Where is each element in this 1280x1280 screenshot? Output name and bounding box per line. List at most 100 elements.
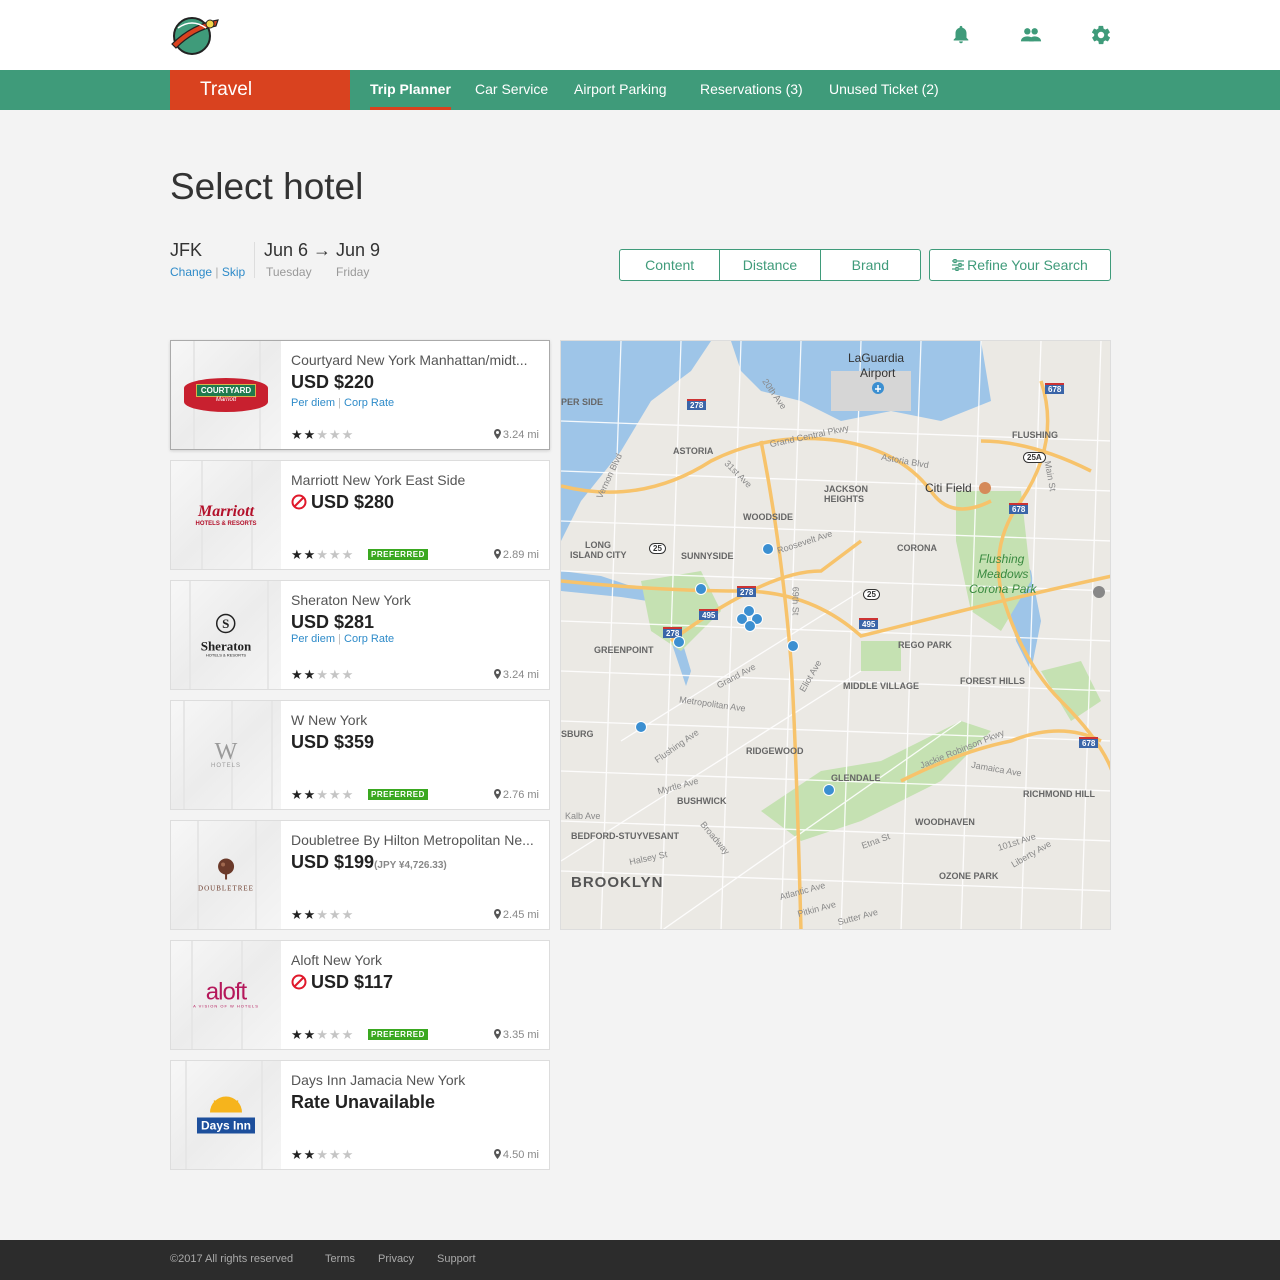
hotel-price: USD $199(JPY ¥4,726.33) [291, 852, 447, 872]
highway-shield: 495 [859, 618, 879, 629]
tab-unused-ticket[interactable]: Unused Ticket (2) [829, 70, 939, 110]
out-of-policy-icon [291, 974, 307, 990]
map-label: SUNNYSIDE [681, 551, 734, 561]
hotel-map-pin[interactable] [635, 721, 647, 733]
tab-trip-planner[interactable]: Trip Planner [370, 70, 451, 110]
pin-icon [493, 909, 501, 919]
map-label: Flushing [979, 552, 1025, 566]
map-label: ASTORIA [673, 446, 714, 456]
map-label: Meadows [977, 567, 1029, 581]
out-of-policy-icon [291, 494, 307, 510]
brand-button[interactable]: Brand [821, 250, 920, 280]
doubletree-logo: DOUBLETREE [198, 858, 254, 893]
refine-search-button[interactable]: Refine Your Search [929, 249, 1111, 281]
trip-divider [254, 242, 255, 278]
map-label: HEIGHTS [824, 494, 865, 504]
hotel-name[interactable]: Days Inn Jamacia New York [291, 1072, 536, 1088]
distance: 4.50 mi [493, 1149, 539, 1161]
tab-airport-parking[interactable]: Airport Parking [574, 70, 667, 110]
hotel-map-pin[interactable] [695, 583, 707, 595]
per-diem-link[interactable]: Per diem [291, 397, 335, 409]
content-button[interactable]: Content [620, 250, 721, 280]
privacy-link[interactable]: Privacy [378, 1253, 414, 1265]
svg-text:S: S [222, 616, 229, 631]
per-diem-link[interactable]: Per diem [291, 633, 335, 645]
hotel-photo: S Sheraton HOTELS & RESORTS [171, 581, 281, 689]
hotel-name[interactable]: Doubletree By Hilton Metropolitan Ne... [291, 832, 536, 848]
star-rating: ★★★★★ [291, 427, 355, 442]
hotel-price: USD $281 [291, 612, 375, 632]
distance: 2.89 mi [493, 549, 539, 561]
sheraton-logo: S Sheraton HOTELS & RESORTS [200, 613, 252, 658]
hotel-card[interactable]: S Sheraton HOTELS & RESORTS Sheraton New… [170, 580, 550, 690]
change-link[interactable]: Change [170, 265, 212, 279]
hotel-price: USD $117 [291, 972, 393, 993]
star-rating: ★★★★★ [291, 787, 355, 802]
hotel-name[interactable]: Aloft New York [291, 952, 536, 968]
nav-section-travel[interactable]: Travel [170, 70, 350, 110]
rate-tags: Per diem | Corp Rate [291, 397, 395, 409]
hotel-photo: DOUBLETREE [171, 821, 281, 929]
map-label: REGO PARK [898, 640, 952, 650]
planet-express-logo[interactable] [170, 14, 220, 56]
support-link[interactable]: Support [437, 1253, 476, 1265]
map-label: GREENPOINT [594, 645, 654, 655]
hotel-name[interactable]: Courtyard New York Manhattan/midt... [291, 352, 536, 368]
highway-shield: 25 [649, 543, 666, 554]
gear-icon[interactable] [1090, 24, 1112, 46]
copyright: ©2017 All rights reserved [170, 1253, 294, 1265]
link-separator: | [215, 265, 219, 279]
hotel-photo: Days Inn [171, 1061, 281, 1169]
courtyard-logo: COURTYARD Marriott [184, 378, 268, 412]
tab-car-service[interactable]: Car Service [475, 70, 548, 110]
airport-code: JFK [170, 240, 203, 260]
hotel-card[interactable]: aloft A VISION OF W HOTELS Aloft New Yor… [170, 940, 550, 1050]
bell-icon[interactable] [950, 24, 972, 46]
hotel-card[interactable]: W HOTELS W New York USD $359 ★★★★★ PREFE… [170, 700, 550, 810]
distance: 3.24 mi [493, 429, 539, 441]
pin-icon [493, 549, 501, 559]
hotel-map-pin[interactable] [744, 620, 756, 632]
day-from: Tuesday [266, 265, 312, 279]
hotel-photo: W HOTELS [171, 701, 281, 809]
hotel-map-pin[interactable] [787, 640, 799, 652]
hotel-card[interactable]: Marriott HOTELS & RESORTS Marriott New Y… [170, 460, 550, 570]
star-rating: ★★★★★ [291, 1027, 355, 1042]
map-label: OZONE PARK [939, 871, 999, 881]
star-rating: ★★★★★ [291, 547, 355, 562]
map-label: BROOKLYN [571, 874, 664, 891]
preferred-badge: PREFERRED [368, 789, 428, 800]
hotel-card[interactable]: Days Inn Days Inn Jamacia New York Rate … [170, 1060, 550, 1170]
map-label: ISLAND CITY [570, 550, 627, 560]
hotel-map-pin[interactable] [762, 543, 774, 555]
days-inn-logo: Days Inn [196, 1096, 256, 1134]
marriott-logo: Marriott HOTELS & RESORTS [195, 503, 257, 527]
sliders-icon [952, 258, 965, 272]
hotel-name[interactable]: Sheraton New York [291, 592, 536, 608]
highway-shield: 678 [1079, 737, 1099, 748]
highway-shield: 25 [863, 589, 880, 600]
hotel-name[interactable]: Marriott New York East Side [291, 472, 536, 488]
terms-link[interactable]: Terms [325, 1253, 355, 1265]
hotel-name[interactable]: W New York [291, 712, 536, 728]
map-label: 69th St [790, 586, 801, 616]
hotel-map-pin[interactable] [823, 784, 835, 796]
map-label: SBURG [561, 729, 594, 739]
hotel-map[interactable]: LaGuardia Airport Citi Field Flushing Me… [560, 340, 1111, 930]
distance-button[interactable]: Distance [720, 250, 821, 280]
main-nav: Travel Trip Planner Car Service Airport … [0, 70, 1280, 110]
hotel-map-pin[interactable] [673, 636, 685, 648]
map-label: BEDFORD-STUYVESANT [571, 831, 680, 841]
star-rating: ★★★★★ [291, 667, 355, 682]
tab-reservations[interactable]: Reservations (3) [700, 70, 803, 110]
hotel-card[interactable]: DOUBLETREE Doubletree By Hilton Metropol… [170, 820, 550, 930]
pin-icon [493, 1149, 501, 1159]
aloft-logo: aloft A VISION OF W HOTELS [193, 978, 259, 1009]
users-icon[interactable] [1020, 24, 1042, 46]
corp-rate-link[interactable]: Corp Rate [344, 397, 394, 409]
skip-link[interactable]: Skip [222, 265, 245, 279]
corp-rate-link[interactable]: Corp Rate [344, 633, 394, 645]
pin-icon [493, 1029, 501, 1039]
map-label: Kalb Ave [565, 811, 601, 821]
hotel-card[interactable]: COURTYARD Marriott Courtyard New York Ma… [170, 340, 550, 450]
